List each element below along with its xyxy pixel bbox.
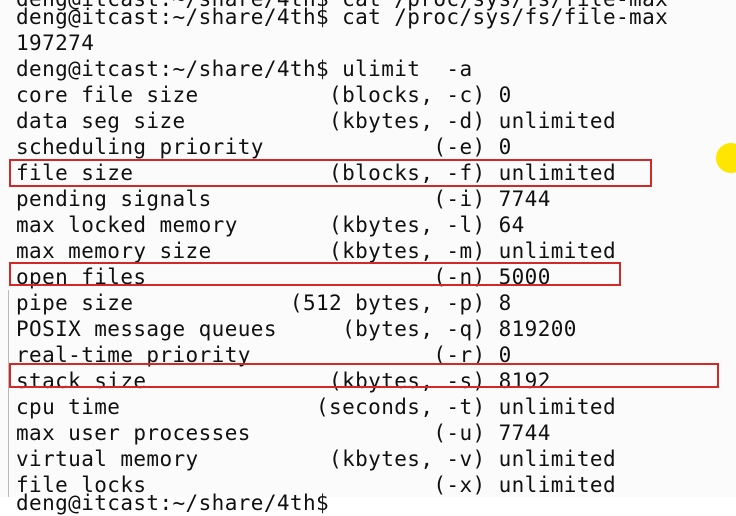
- terminal-line-virtual-memory: virtual memory (kbytes, -v) unlimited: [16, 447, 616, 471]
- terminal-line-scheduling-priority: scheduling priority (-e) 0: [16, 135, 512, 159]
- terminal-line-cpu-time: cpu time (seconds, -t) unlimited: [16, 395, 616, 419]
- highlight-open-files: [9, 262, 621, 286]
- terminal-line-core-file-size: core file size (blocks, -c) 0: [16, 83, 512, 107]
- left-divider: [8, 290, 9, 497]
- terminal-line-pipe-size: pipe size (512 bytes, -p) 8: [16, 291, 512, 315]
- terminal-line-next-prompt: deng@itcast:~/share/4th$: [16, 491, 330, 515]
- terminal-line-command-ulimit: deng@itcast:~/share/4th$ ulimit -a: [16, 57, 473, 81]
- terminal-line-posix-message-queues: POSIX message queues (bytes, -q) 819200: [16, 317, 577, 341]
- terminal-line-max-locked-memory: max locked memory (kbytes, -l) 64: [16, 213, 525, 237]
- terminal-line-pending-signals: pending signals (-i) 7744: [16, 187, 551, 211]
- terminal-line-data-seg-size: data seg size (kbytes, -d) unlimited: [16, 109, 616, 133]
- highlight-file-size: [9, 159, 652, 187]
- terminal-line-max-memory-size: max memory size (kbytes, -m) unlimited: [16, 239, 616, 263]
- terminal-window[interactable]: deng@itcast:~/share/4th$ cat /proc/sys/f…: [0, 0, 736, 515]
- terminal-line-max-user-processes: max user processes (-u) 7744: [16, 421, 551, 445]
- highlight-stack-size: [9, 363, 719, 388]
- cursor-highlight-dot: [716, 143, 736, 173]
- terminal-line-file-max-output: 197274: [16, 31, 95, 55]
- terminal-line-command-file-max: deng@itcast:~/share/4th$ cat /proc/sys/f…: [16, 5, 669, 29]
